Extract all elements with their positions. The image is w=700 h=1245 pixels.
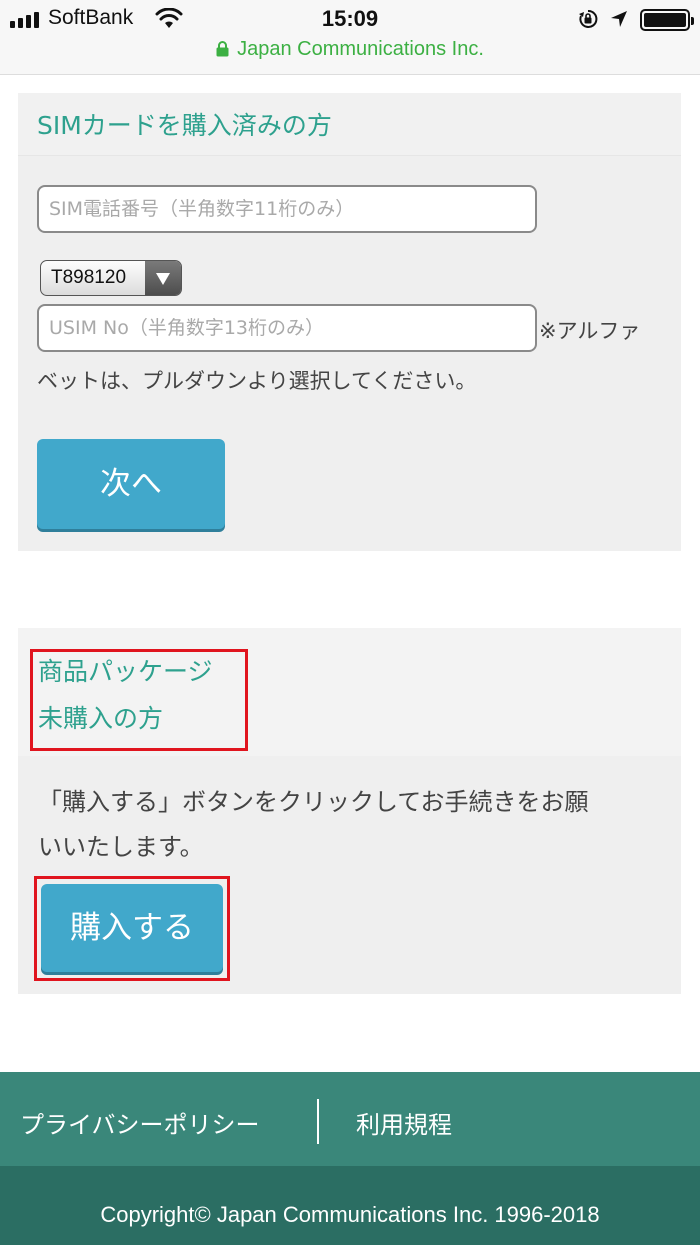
sim-phone-input[interactable]	[39, 187, 535, 231]
footer-divider	[317, 1099, 319, 1144]
site-name: Japan Communications Inc.	[237, 38, 484, 60]
package-title-line1: 商品パッケージ	[38, 657, 213, 686]
next-button[interactable]: 次へ	[37, 439, 225, 529]
orientation-lock-icon	[577, 8, 599, 34]
usim-prefix-select[interactable]: T898120	[40, 260, 182, 296]
status-bar: SoftBank 15:09	[0, 0, 700, 40]
package-description-line2: いいたします。	[38, 833, 204, 861]
location-arrow-icon	[609, 9, 629, 33]
panel-header: SIMカードを購入済みの方	[18, 93, 681, 156]
footer-links: プライバシーポリシー 利用規程	[0, 1072, 700, 1166]
lock-icon	[216, 41, 229, 57]
buy-button[interactable]: 購入する	[41, 884, 223, 972]
usim-prefix-value: T898120	[51, 267, 127, 288]
package-description-line1: 「購入する」ボタンをクリックしてお手続きをお願	[38, 788, 589, 816]
address-bar[interactable]: Japan Communications Inc.	[0, 36, 700, 75]
sim-phone-field[interactable]	[37, 185, 537, 233]
usim-number-input[interactable]	[39, 306, 535, 350]
package-not-purchased-panel: 商品パッケージ 未購入の方 「購入する」ボタンをクリックしてお手続きをお願 いい…	[18, 628, 681, 994]
package-title-line2: 未購入の方	[38, 704, 164, 733]
sim-purchased-panel: SIMカードを購入済みの方 T898120 ※アルファ ベットは、プルダウンより…	[18, 93, 681, 551]
alphabet-note-start: ※アルファ	[539, 319, 641, 343]
panel-header: 商品パッケージ 未購入の方	[18, 628, 681, 756]
sim-section-title: SIMカードを購入済みの方	[37, 111, 332, 140]
copyright-text: Copyright© Japan Communications Inc. 199…	[100, 1202, 600, 1227]
privacy-policy-link[interactable]: プライバシーポリシー	[20, 1105, 260, 1140]
usim-number-field[interactable]	[37, 304, 537, 352]
alphabet-note-end: ベットは、プルダウンより選択してください。	[37, 369, 477, 393]
terms-link[interactable]: 利用規程	[356, 1105, 452, 1140]
footer-copyright-bar: Copyright© Japan Communications Inc. 199…	[0, 1166, 700, 1245]
battery-icon	[640, 9, 694, 31]
chevron-down-icon[interactable]	[145, 261, 181, 295]
